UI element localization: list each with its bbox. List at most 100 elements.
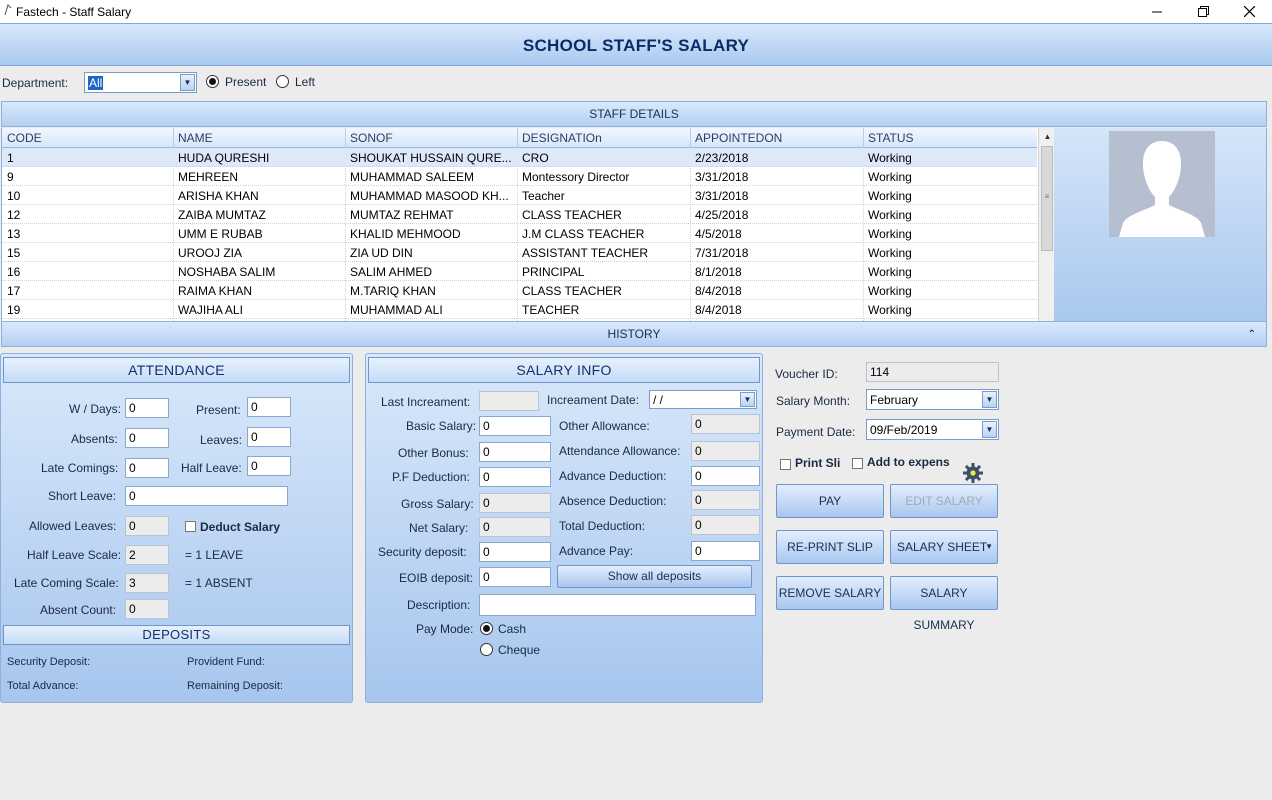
w-days-input[interactable]: 0 — [125, 398, 169, 418]
other-bonus-input[interactable]: 0 — [479, 442, 551, 462]
table-row[interactable]: 1 HUDA QURESHI SHOUKAT HUSSAIN QURE... C… — [2, 148, 1037, 167]
leaves-input[interactable]: 0 — [247, 427, 291, 447]
cell-name: UMM E RUBAB — [178, 227, 263, 241]
eoib-deposit-input[interactable]: 0 — [479, 567, 551, 587]
column-header-status[interactable]: STATUS — [868, 131, 914, 145]
cash-radio[interactable] — [480, 622, 493, 635]
payment-date-picker[interactable]: 09/Feb/2019 ▼ — [866, 419, 999, 440]
table-row[interactable]: 16 NOSHABA SALIM SALIM AHMED PRINCIPAL 8… — [2, 262, 1037, 281]
cash-radio-label[interactable]: Cash — [498, 622, 526, 636]
cell-appointedon: 8/4/2018 — [695, 284, 742, 298]
description-input[interactable] — [479, 594, 756, 616]
chevron-down-icon[interactable]: ▼ — [982, 421, 997, 438]
maximize-button[interactable] — [1180, 0, 1226, 23]
salary-month-select[interactable]: February ▼ — [866, 389, 999, 410]
deduct-salary-label[interactable]: Deduct Salary — [200, 520, 280, 534]
salary-summary-button[interactable]: SALARY SUMMARY — [890, 576, 998, 632]
avatar-placeholder-icon — [1109, 131, 1215, 237]
increment-date-picker[interactable]: / / ▼ — [649, 390, 757, 409]
late-comings-input[interactable]: 0 — [125, 458, 169, 478]
cell-code: 19 — [7, 303, 21, 317]
left-radio[interactable] — [276, 75, 289, 88]
table-row[interactable]: 10 ARISHA KHAN MUHAMMAD MASOOD KH... Tea… — [2, 186, 1037, 205]
dropdown-arrow-icon: ▼ — [985, 542, 993, 551]
table-scrollbar[interactable]: ▲ ≡ — [1038, 128, 1054, 321]
net-salary-value: 0 — [479, 517, 551, 537]
present-input[interactable]: 0 — [247, 397, 291, 417]
scrollbar-thumb[interactable]: ≡ — [1041, 146, 1053, 251]
last-increment-value — [479, 391, 539, 411]
cell-designation: CRO — [522, 151, 549, 165]
cell-code: 12 — [7, 208, 21, 222]
table-row[interactable]: 12 ZAIBA MUMTAZ MUMTAZ REHMAT CLASS TEAC… — [2, 205, 1037, 224]
add-to-expense-checkbox[interactable] — [852, 458, 863, 469]
column-header-name[interactable]: NAME — [178, 131, 213, 145]
column-header-designation[interactable]: DESIGNATIOn — [522, 131, 602, 145]
cell-status: Working — [868, 151, 912, 165]
cell-name: MEHREEN — [178, 170, 239, 184]
column-header-sonof[interactable]: SONOF — [350, 131, 393, 145]
avatar-silhouette — [1119, 141, 1205, 237]
attendance-allowance-value: 0 — [691, 441, 760, 461]
cell-sonof: MUHAMMAD ALI — [350, 303, 443, 317]
chevron-double-up-icon[interactable]: ⌃ — [1248, 322, 1256, 347]
column-header-appointedon[interactable]: APPOINTEDON — [695, 131, 782, 145]
department-select[interactable]: All ▼ — [84, 72, 197, 93]
scroll-up-icon[interactable]: ▲ — [1039, 128, 1054, 145]
absents-input[interactable]: 0 — [125, 428, 169, 448]
present-radio-label[interactable]: Present — [225, 75, 266, 89]
chevron-down-icon[interactable]: ▼ — [982, 391, 997, 408]
net-salary-label: Net Salary: — [409, 521, 469, 535]
cell-name: NOSHABA SALIM — [178, 265, 276, 279]
security-deposit-input[interactable]: 0 — [479, 542, 551, 562]
history-header[interactable]: HISTORY ⌃ — [1, 321, 1267, 347]
reprint-slip-button[interactable]: RE-PRINT SLIP — [776, 530, 884, 564]
cell-appointedon: 2/23/2018 — [695, 151, 749, 165]
security-deposit-label: Security Deposit: — [7, 656, 91, 668]
pf-deduction-input[interactable]: 0 — [479, 467, 551, 487]
print-slip-label[interactable]: Print Sli — [795, 456, 840, 470]
table-row[interactable]: 15 UROOJ ZIA ZIA UD DIN ASSISTANT TEACHE… — [2, 243, 1037, 262]
increment-date-value: / / — [653, 393, 664, 407]
app-icon — [4, 4, 12, 16]
print-slip-checkbox[interactable] — [780, 459, 791, 470]
table-row[interactable]: 19 WAJIHA ALI MUHAMMAD ALI TEACHER 8/4/2… — [2, 300, 1037, 319]
edit-salary-button[interactable]: EDIT SALARY — [890, 484, 998, 518]
half-leave-input[interactable]: 0 — [247, 456, 291, 476]
advance-pay-input[interactable]: 0 — [691, 541, 760, 561]
advance-deduction-input[interactable]: 0 — [691, 466, 760, 486]
total-deduction-label: Total Deduction: — [559, 519, 646, 533]
cell-name: RAIMA KHAN — [178, 284, 253, 298]
short-leave-input[interactable]: 0 — [125, 486, 288, 506]
column-header-code[interactable]: CODE — [7, 131, 42, 145]
show-all-deposits-button[interactable]: Show all deposits — [557, 565, 752, 588]
table-row[interactable]: 9 MEHREEN MUHAMMAD SALEEM Montessory Dir… — [2, 167, 1037, 186]
table-row[interactable]: 17 RAIMA KHAN M.TARIQ KHAN CLASS TEACHER… — [2, 281, 1037, 300]
chevron-down-icon[interactable]: ▼ — [740, 392, 755, 407]
basic-salary-input[interactable]: 0 — [479, 416, 551, 436]
close-button[interactable] — [1226, 0, 1272, 23]
half-leave-scale-value: 2 — [125, 545, 169, 565]
add-to-expense-label[interactable]: Add to expens — [867, 455, 950, 469]
deduct-salary-checkbox[interactable] — [185, 521, 196, 532]
remove-salary-button[interactable]: REMOVE SALARY — [776, 576, 884, 610]
present-radio[interactable] — [206, 75, 219, 88]
cell-code: 1 — [7, 151, 14, 165]
chevron-down-icon[interactable]: ▼ — [180, 74, 195, 91]
cell-sonof: KHALID MEHMOOD — [350, 227, 461, 241]
pay-button[interactable]: PAY — [776, 484, 884, 518]
salary-sheet-button[interactable]: SALARY SHEET ▼ — [890, 530, 998, 564]
minimize-button[interactable] — [1134, 0, 1180, 23]
leaves-label: Leaves: — [200, 433, 243, 447]
cheque-radio[interactable] — [480, 643, 493, 656]
cell-name: UROOJ ZIA — [178, 246, 243, 260]
cell-name: ZAIBA MUMTAZ — [178, 208, 266, 222]
left-radio-label[interactable]: Left — [295, 75, 315, 89]
other-allowance-label: Other Allowance: — [559, 419, 650, 433]
table-row[interactable]: 13 UMM E RUBAB KHALID MEHMOOD J.M CLASS … — [2, 224, 1037, 243]
attendance-title: ATTENDANCE — [3, 357, 350, 383]
late-coming-scale-value: 3 — [125, 573, 169, 593]
gear-icon[interactable] — [962, 462, 984, 484]
cell-designation: CLASS TEACHER — [522, 208, 622, 222]
cheque-radio-label[interactable]: Cheque — [498, 643, 540, 657]
